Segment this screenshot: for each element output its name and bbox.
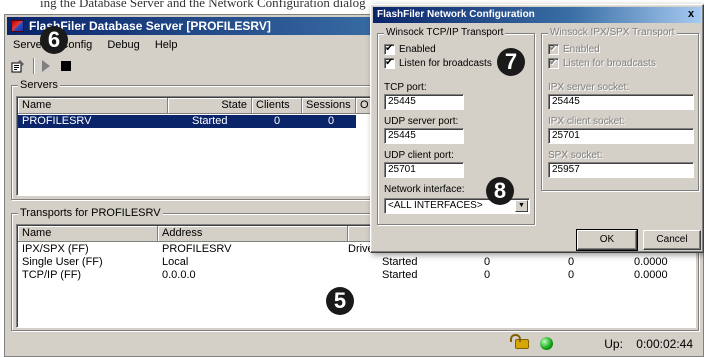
- server-sessions-cell: 0: [328, 115, 335, 127]
- network-interface-value: <ALL INTERFACES>: [388, 200, 483, 211]
- statusbar: Up: 0:00:02:44: [7, 334, 701, 354]
- tcpip-broadcast-checkbox[interactable]: ✔ Listen for broadcasts: [384, 57, 492, 69]
- column-header-sessions[interactable]: Sessions: [302, 98, 356, 114]
- ipxspx-enabled-checkbox[interactable]: ✔ Enabled: [548, 43, 600, 55]
- checkbox-box: ✔: [384, 43, 395, 55]
- menu-help[interactable]: Help: [149, 37, 184, 54]
- udp-client-port-input[interactable]: 25701: [384, 162, 464, 178]
- transport-address-cell: 0.0.0.0: [162, 269, 196, 281]
- callout-marker-6: 6: [40, 26, 68, 54]
- uptime-label: Up:: [604, 337, 623, 351]
- tcpip-enabled-label: Enabled: [399, 44, 436, 55]
- spx-socket-input[interactable]: 25957: [548, 162, 694, 178]
- uptime-value: 0:00:02:44: [636, 337, 693, 351]
- ipx-server-socket-label: IPX server socket:: [548, 82, 630, 93]
- checkmark-icon: ✔: [385, 43, 394, 54]
- transport-name-cell: TCP/IP (FF): [22, 269, 82, 281]
- start-icon[interactable]: [37, 58, 55, 74]
- transport-state-cell: Started: [382, 269, 418, 281]
- properties-icon[interactable]: [9, 58, 27, 74]
- checkbox-box: ✔: [548, 43, 559, 55]
- network-configuration-dialog: FlashFiler Network Configuration x Winso…: [370, 4, 704, 253]
- tcp-port-label: TCP port:: [384, 82, 427, 93]
- dialog-title: FlashFiler Network Configuration: [377, 9, 535, 20]
- udp-server-port-input[interactable]: 25445: [384, 128, 464, 144]
- column-header-clients[interactable]: Clients: [252, 98, 302, 114]
- table-row[interactable]: TCP/IP (FF) 0.0.0.0 Started 0 0 0.0000: [18, 269, 695, 282]
- tcpip-enabled-checkbox[interactable]: ✔ Enabled: [384, 43, 436, 55]
- ipx-client-socket-input[interactable]: 25701: [548, 128, 694, 144]
- checkbox-box: ✔: [384, 57, 395, 69]
- servers-group-title: Servers: [18, 79, 60, 91]
- transport-sessions-cell: 0: [568, 256, 575, 268]
- server-status-light-icon: [540, 337, 553, 350]
- cancel-button[interactable]: Cancel: [643, 230, 701, 250]
- ipxspx-broadcast-checkbox[interactable]: ✔ Listen for broadcasts: [548, 57, 656, 69]
- udp-server-port-label: UDP server port:: [384, 116, 459, 127]
- transports-group-title: Transports for PROFILESRV: [18, 207, 163, 219]
- callout-marker-7: 7: [497, 48, 525, 76]
- checkmark-icon: ✔: [385, 57, 394, 68]
- checkbox-box: ✔: [548, 57, 559, 69]
- network-interface-label: Network interface:: [384, 184, 465, 195]
- column-header-name[interactable]: Name: [18, 98, 168, 114]
- tcpip-broadcast-label: Listen for broadcasts: [399, 58, 492, 69]
- server-clients-cell: 0: [274, 115, 281, 127]
- transport-state-cell: Started: [382, 256, 418, 268]
- column-header-state[interactable]: State: [168, 98, 252, 114]
- ipxspx-broadcast-label: Listen for broadcasts: [563, 58, 656, 69]
- transport-name-cell: IPX/SPX (FF): [22, 243, 89, 255]
- tcpip-group-title: Winsock TCP/IP Transport: [384, 27, 506, 39]
- ipxspx-group-title: Winsock IPX/SPX Transport: [548, 27, 677, 39]
- checkmark-icon: ✔: [549, 57, 558, 68]
- padlock-icon: [510, 334, 529, 349]
- menu-debug[interactable]: Debug: [101, 37, 145, 54]
- dialog-titlebar[interactable]: FlashFiler Network Configuration x: [373, 7, 701, 23]
- app-icon: [11, 20, 24, 32]
- stop-icon[interactable]: [57, 58, 75, 74]
- tcp-port-input[interactable]: 25445: [384, 94, 464, 110]
- table-row[interactable]: Single User (FF) Local Started 0 0 0.000…: [18, 256, 695, 269]
- close-icon[interactable]: x: [684, 9, 698, 21]
- callout-marker-5: 5: [326, 287, 354, 315]
- transport-load-cell: 0.0000: [634, 269, 668, 281]
- column-header-address[interactable]: Address: [158, 226, 348, 242]
- ipx-server-socket-input[interactable]: 25445: [548, 94, 694, 110]
- server-state-cell: Started: [192, 115, 228, 127]
- column-header-name[interactable]: Name: [18, 226, 158, 242]
- ok-button[interactable]: OK: [576, 229, 638, 251]
- transport-sessions-cell: 0: [568, 269, 575, 281]
- spx-socket-label: SPX socket:: [548, 150, 603, 161]
- chevron-down-icon[interactable]: ▼: [515, 200, 528, 212]
- table-row[interactable]: PROFILESRV Started 0 0: [18, 115, 356, 128]
- transport-load-cell: 0.0000: [634, 256, 668, 268]
- transport-address-cell: Local: [162, 256, 189, 268]
- ipxspx-group: Winsock IPX/SPX Transport ✔ Enabled ✔ List…: [541, 27, 699, 191]
- transport-clients-cell: 0: [484, 256, 491, 268]
- server-name-cell: PROFILESRV: [22, 115, 92, 127]
- menubar: Server Config Debug Help: [7, 37, 183, 54]
- transport-clients-cell: 0: [484, 269, 491, 281]
- callout-marker-8: 8: [486, 177, 514, 205]
- transport-name-cell: Single User (FF): [22, 256, 103, 268]
- ipxspx-enabled-label: Enabled: [563, 44, 600, 55]
- udp-client-port-label: UDP client port:: [384, 150, 454, 161]
- checkmark-icon: ✔: [549, 43, 558, 54]
- uptime-display: Up: 0:00:02:44: [604, 336, 693, 352]
- transport-address-cell: PROFILESRV: [162, 243, 232, 255]
- ipx-client-socket-label: IPX client socket:: [548, 116, 625, 127]
- toolbar-separator: [33, 58, 35, 74]
